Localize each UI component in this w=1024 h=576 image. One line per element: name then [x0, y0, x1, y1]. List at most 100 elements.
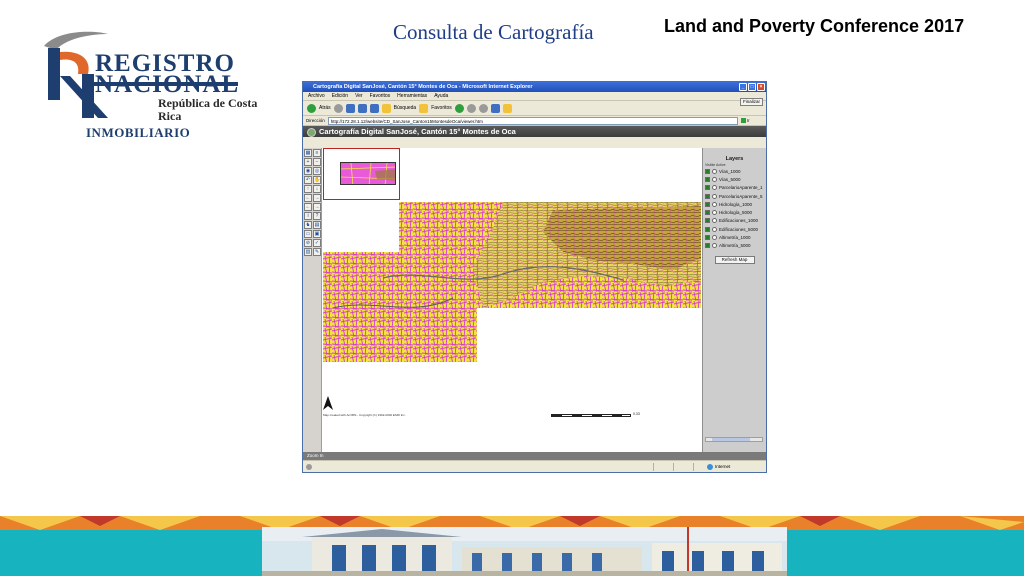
toggle-overview-icon[interactable]: ▦	[304, 149, 312, 157]
layer-row: Hidrología_1000	[703, 200, 766, 208]
zoom-active-icon[interactable]: ◎	[313, 167, 321, 175]
page-icon	[306, 464, 312, 470]
pan-north-icon[interactable]: ↑	[304, 185, 312, 193]
menu-edicion[interactable]: Edición	[332, 92, 348, 100]
pan-icon[interactable]: ✋	[313, 176, 321, 184]
pan-east-icon[interactable]: →	[313, 194, 321, 202]
menu-favoritos[interactable]: Favoritos	[370, 92, 391, 100]
menu-ayuda[interactable]: Ayuda	[434, 92, 448, 100]
query-icon[interactable]: ?	[313, 212, 321, 220]
buffer-icon[interactable]: ▣	[313, 230, 321, 238]
favorites-star-icon[interactable]	[419, 103, 429, 113]
refresh-map-button[interactable]: Refresh Map	[714, 255, 755, 264]
layer-name: Hidrología_1000	[719, 201, 753, 207]
mail-icon[interactable]	[466, 103, 476, 113]
layer-active-radio[interactable]	[712, 201, 717, 207]
layer-active-radio[interactable]	[712, 235, 717, 241]
layer-visible-checkbox[interactable]	[705, 168, 710, 174]
pan-west-icon[interactable]: ←	[304, 194, 312, 202]
toggle-legend-icon[interactable]: ≡	[313, 149, 321, 157]
layer-visible-checkbox[interactable]	[705, 176, 710, 182]
layer-row: Edificaciones_1000	[703, 217, 766, 225]
layer-name: Hidrología_5000	[719, 210, 753, 216]
pencil-icon[interactable]: ✎	[313, 248, 321, 256]
layers-title: Layers	[725, 156, 744, 162]
layer-row: Vías_5000	[703, 175, 766, 183]
zoom-out-icon[interactable]: −	[313, 158, 321, 166]
favorites-label[interactable]: Favoritos	[431, 105, 452, 111]
layer-row: Edificaciones_5000	[703, 225, 766, 233]
layer-active-radio[interactable]	[712, 218, 717, 224]
layer-active-radio[interactable]	[712, 193, 717, 199]
close-button[interactable]: ×	[757, 83, 765, 91]
building-illustration-image	[262, 527, 787, 576]
layer-name: ParcelarioAparente_5	[719, 193, 763, 199]
zoom-in-icon[interactable]: +	[304, 158, 312, 166]
back-arrow-icon[interactable]	[307, 103, 316, 113]
layer-name: Altimetría_1000	[719, 235, 751, 241]
layer-active-radio[interactable]	[712, 168, 717, 174]
overview-map[interactable]	[323, 148, 400, 200]
layer-visible-checkbox[interactable]	[705, 201, 710, 207]
go-button[interactable]: Ir	[741, 118, 750, 123]
layer-active-radio[interactable]	[712, 210, 717, 216]
layer-visible-checkbox[interactable]	[705, 210, 710, 216]
refresh-icon[interactable]	[357, 103, 367, 113]
pan-south-icon[interactable]: ↓	[313, 185, 321, 193]
home-icon[interactable]	[369, 103, 379, 113]
search-icon[interactable]	[381, 103, 391, 113]
menu-herramientas[interactable]: Herramientas	[397, 92, 427, 100]
select-point-icon[interactable]: ✓	[313, 239, 321, 247]
layers-scrollbar[interactable]	[705, 437, 763, 442]
layer-active-radio[interactable]	[712, 226, 717, 232]
map-canvas[interactable]: Map created with ArcIMS - Copyright (C) …	[323, 148, 701, 452]
layer-row: Vías_1000	[703, 167, 766, 175]
slide: REGISTRO NACIONAL República de Costa Ric…	[0, 0, 1024, 576]
minimize-button[interactable]: _	[739, 83, 747, 91]
finalize-button[interactable]: Finalizar	[739, 98, 763, 106]
clear-selection-icon[interactable]: ⊘	[304, 239, 312, 247]
layer-active-radio[interactable]	[712, 176, 717, 182]
layer-visible-checkbox[interactable]	[705, 193, 710, 199]
find-icon[interactable]: ♞	[304, 221, 312, 229]
maximize-button[interactable]: □	[748, 83, 756, 91]
app-status-bar: Zoom In	[303, 452, 766, 460]
menu-archivo[interactable]: Archivo	[308, 92, 325, 100]
address-input[interactable]: http://172.28.1.12/website/CD_SanJose_Ca…	[327, 116, 738, 125]
identify-icon[interactable]: i	[304, 212, 312, 220]
layer-active-radio[interactable]	[712, 185, 717, 191]
layer-visible-checkbox[interactable]	[705, 235, 710, 241]
full-extent-icon[interactable]: ◉	[304, 167, 312, 175]
back-label[interactable]: Atrás	[319, 105, 331, 111]
back-extent-icon[interactable]: ↶	[304, 176, 312, 184]
history-icon[interactable]	[454, 103, 464, 113]
select-rect-icon[interactable]: ▭	[304, 230, 312, 238]
layer-row: Altimetría_1000	[703, 233, 766, 241]
layer-visible-checkbox[interactable]	[705, 218, 710, 224]
folder-icon[interactable]	[502, 103, 512, 113]
stop-icon[interactable]	[345, 103, 355, 113]
layer-visible-checkbox[interactable]	[705, 185, 710, 191]
browser-title: Cartografía Digital SanJosé, Cantón 15° …	[313, 84, 533, 90]
layer-name: ParcelarioAparente_1	[719, 185, 763, 191]
pan-ne-icon[interactable]: →	[313, 203, 321, 211]
layer-visible-checkbox[interactable]	[705, 226, 710, 232]
north-arrow-icon	[323, 396, 333, 410]
browser-status-bar: Internet	[303, 460, 766, 472]
forward-arrow-icon[interactable]	[333, 103, 343, 113]
print-map-icon[interactable]: ▥	[304, 248, 312, 256]
print-icon[interactable]	[478, 103, 488, 113]
menu-ver[interactable]: Ver	[355, 92, 363, 100]
layer-name: Edificaciones_5000	[719, 226, 759, 232]
layer-row: ParcelarioAparente_5	[703, 192, 766, 200]
layer-active-radio[interactable]	[712, 243, 717, 249]
measure-icon[interactable]: ▤	[313, 221, 321, 229]
search-label[interactable]: Búsqueda	[394, 105, 417, 111]
slide-title: Consulta de Cartografía	[393, 20, 594, 44]
logo-inmobiliario: INMOBILIARIO	[86, 125, 191, 140]
edit-icon[interactable]	[490, 103, 500, 113]
layer-visible-checkbox[interactable]	[705, 243, 710, 249]
browser-titlebar: Cartografía Digital SanJosé, Cantón 15° …	[303, 82, 766, 92]
footer-building-illustration	[262, 527, 787, 576]
pan-nw-icon[interactable]: ←	[304, 203, 312, 211]
